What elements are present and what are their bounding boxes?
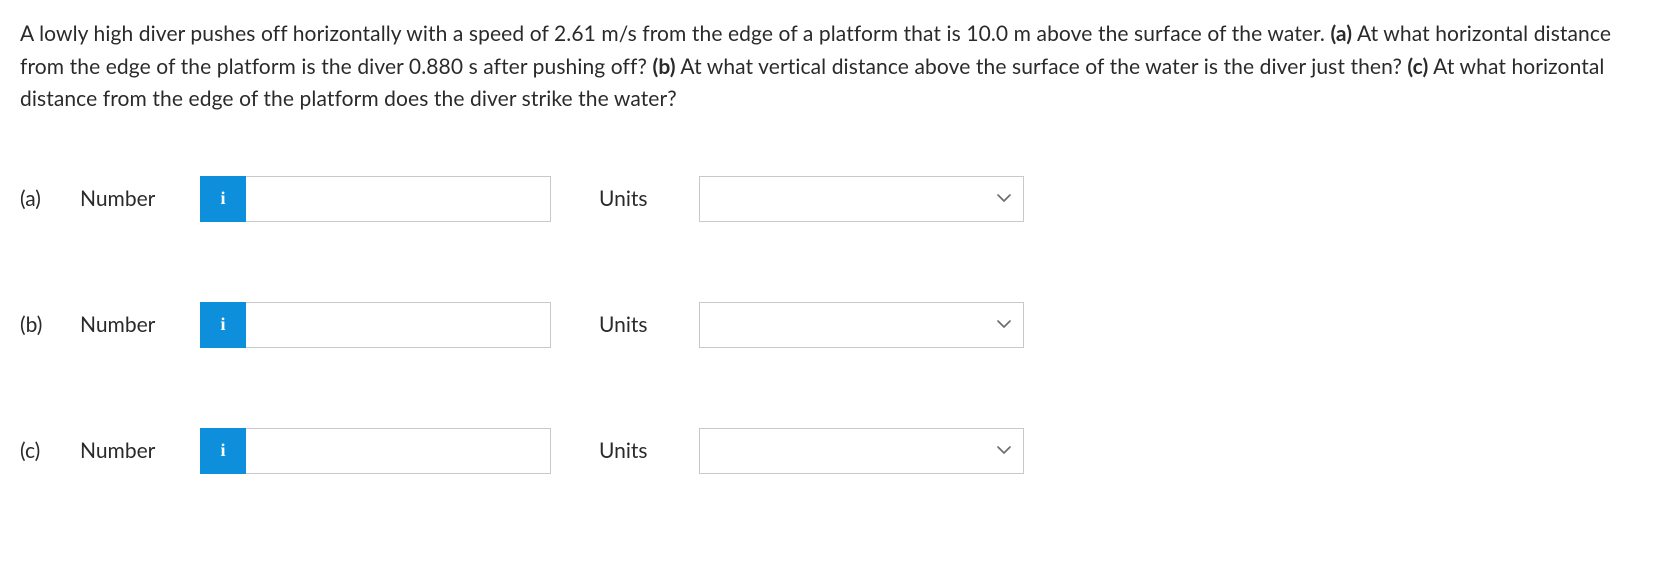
units-label: Units	[599, 438, 699, 463]
units-select-wrap-a[interactable]	[699, 176, 1024, 222]
info-icon[interactable]: i	[200, 176, 246, 222]
question-text: A lowly high diver pushes off horizontal…	[20, 18, 1656, 116]
answer-row-b: (b) Number i Units	[20, 302, 1656, 348]
number-label: Number	[80, 438, 200, 463]
units-select-a[interactable]	[700, 177, 1023, 221]
units-select-c[interactable]	[700, 429, 1023, 473]
number-label: Number	[80, 186, 200, 211]
units-select-wrap-c[interactable]	[699, 428, 1024, 474]
answer-row-a: (a) Number i Units	[20, 176, 1656, 222]
answers-block: (a) Number i Units (b) Number i Units	[20, 176, 1656, 474]
number-input-b[interactable]	[246, 302, 551, 348]
units-select-wrap-b[interactable]	[699, 302, 1024, 348]
part-label-a: (a)	[20, 186, 80, 211]
number-input-a[interactable]	[246, 176, 551, 222]
info-glyph: i	[220, 188, 225, 209]
info-icon[interactable]: i	[200, 302, 246, 348]
part-marker-a: (a)	[1330, 21, 1352, 46]
part-marker-c: (c)	[1407, 54, 1428, 79]
units-select-b[interactable]	[700, 303, 1023, 347]
info-glyph: i	[220, 440, 225, 461]
prompt-segment: A lowly high diver pushes off horizontal…	[20, 21, 1330, 46]
number-label: Number	[80, 312, 200, 337]
units-label: Units	[599, 312, 699, 337]
part-marker-b: (b)	[652, 54, 675, 79]
units-label: Units	[599, 186, 699, 211]
part-label-c: (c)	[20, 438, 80, 463]
info-glyph: i	[220, 314, 225, 335]
number-input-c[interactable]	[246, 428, 551, 474]
answer-row-c: (c) Number i Units	[20, 428, 1656, 474]
part-label-b: (b)	[20, 312, 80, 337]
prompt-segment: At what vertical distance above the surf…	[676, 54, 1408, 79]
info-icon[interactable]: i	[200, 428, 246, 474]
